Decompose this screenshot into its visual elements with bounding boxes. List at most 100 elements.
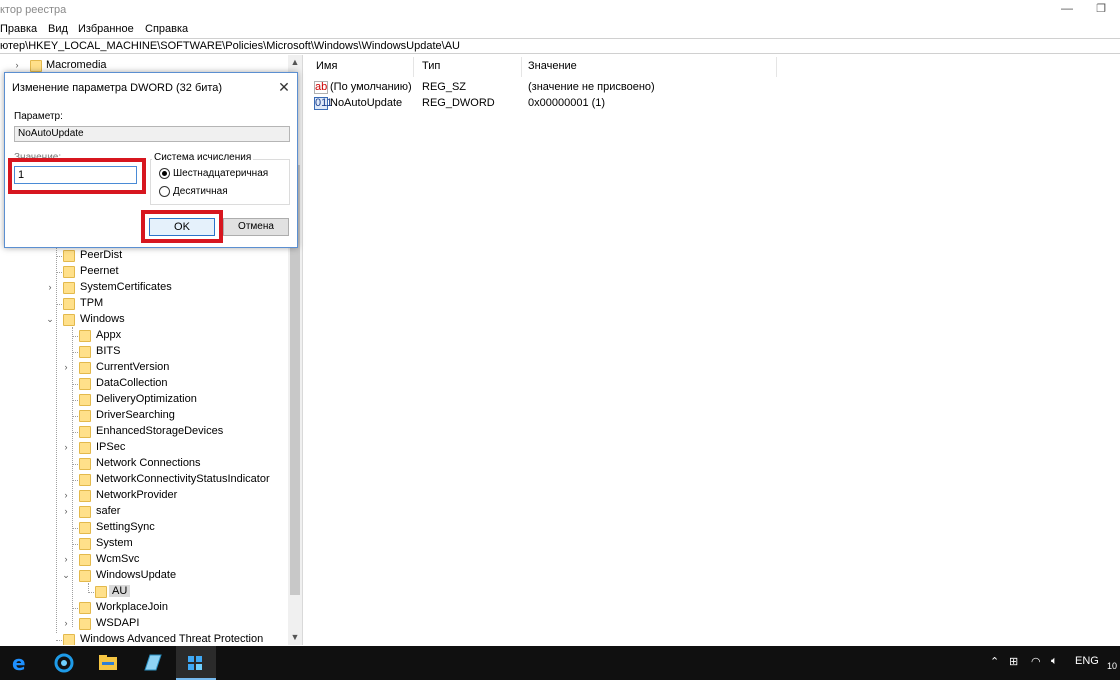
- column-header-name[interactable]: Имя: [316, 60, 337, 72]
- chevron-up-icon[interactable]: ⌃: [990, 655, 999, 668]
- tree-item-tpm[interactable]: TPM: [0, 296, 290, 312]
- tree-item-label: EnhancedStorageDevices: [96, 425, 224, 437]
- decimal-label[interactable]: Десятичная: [173, 186, 228, 197]
- column-divider[interactable]: [776, 57, 777, 77]
- folder-icon: [79, 362, 91, 374]
- tree-item-deliveryoptimization[interactable]: DeliveryOptimization: [0, 392, 290, 408]
- tree-item-system[interactable]: System: [0, 536, 290, 552]
- chevron-right-icon[interactable]: ›: [61, 362, 71, 372]
- tree-item-label: DeliveryOptimization: [96, 393, 197, 405]
- address-bar[interactable]: ютер\HKEY_LOCAL_MACHINE\SOFTWARE\Policie…: [0, 38, 1120, 54]
- menu-edit[interactable]: Правка: [0, 23, 37, 35]
- tree-item-label: System: [96, 537, 133, 549]
- browser-icon: [54, 653, 74, 673]
- value-row-noautoupdate[interactable]: 011 NoAutoUpdate REG_DWORD 0x00000001 (1…: [308, 95, 778, 111]
- tree-item-label: PeerDist: [80, 249, 123, 261]
- menu-favorites[interactable]: Избранное: [78, 23, 134, 35]
- scroll-down-icon[interactable]: ▼: [288, 630, 302, 644]
- tree-item-datacollection[interactable]: DataCollection: [0, 376, 290, 392]
- menu-view[interactable]: Вид: [48, 23, 68, 35]
- tree-item-label: safer: [96, 505, 121, 517]
- tree-item-label-selected: AU: [109, 585, 131, 597]
- tree-item-label: Windows: [80, 313, 125, 325]
- hexadecimal-radio[interactable]: [159, 168, 170, 179]
- tree-item-label: WorkplaceJoin: [96, 601, 168, 613]
- tree-item-windowsupdate[interactable]: ⌄ WindowsUpdate: [0, 568, 290, 584]
- chevron-right-icon[interactable]: ›: [61, 618, 71, 628]
- close-button[interactable]: ✕: [275, 78, 293, 96]
- value-data-input[interactable]: 1: [14, 166, 137, 184]
- value-row-default[interactable]: ab (По умолчанию) REG_SZ (значение не пр…: [308, 79, 778, 95]
- network-icon[interactable]: ⊞: [1009, 655, 1018, 668]
- taskbar-edge[interactable]: e: [0, 646, 40, 680]
- tree-item-ncsi[interactable]: NetworkConnectivityStatusIndicator: [0, 472, 290, 488]
- taskbar-browser[interactable]: [44, 646, 84, 680]
- decimal-radio[interactable]: [159, 186, 170, 197]
- tree-item-safer[interactable]: › safer: [0, 504, 290, 520]
- restore-button[interactable]: ❐: [1086, 0, 1116, 20]
- minimize-button[interactable]: —: [1052, 0, 1082, 20]
- tree-item-wcmsvc[interactable]: › WcmSvc: [0, 552, 290, 568]
- chevron-down-icon[interactable]: ⌄: [45, 314, 55, 324]
- column-header-type[interactable]: Тип: [422, 60, 440, 72]
- tree-item-enhancedstoragedevices[interactable]: EnhancedStorageDevices: [0, 424, 290, 440]
- tree-item-workplacejoin[interactable]: WorkplaceJoin: [0, 600, 290, 616]
- tree-item-currentversion[interactable]: › CurrentVersion: [0, 360, 290, 376]
- taskbar-registry-editor[interactable]: [176, 646, 216, 680]
- folder-icon: [79, 474, 91, 486]
- column-header-value[interactable]: Значение: [528, 60, 577, 72]
- chevron-right-icon[interactable]: ›: [61, 442, 71, 452]
- tree-item-label: BITS: [96, 345, 121, 357]
- file-explorer-icon: [99, 655, 117, 670]
- chevron-right-icon[interactable]: ›: [61, 506, 71, 516]
- tree-item-driversearching[interactable]: DriverSearching: [0, 408, 290, 424]
- taskbar: e ⌃ ⊞ ◠ 🔈︎ ENG 10: [0, 646, 1120, 680]
- tree-item-settingsync[interactable]: SettingSync: [0, 520, 290, 536]
- tree-item-appx[interactable]: Appx: [0, 328, 290, 344]
- wifi-icon[interactable]: ◠: [1031, 655, 1041, 668]
- taskbar-notepad[interactable]: [132, 646, 172, 680]
- notepad-icon: [144, 654, 162, 671]
- scroll-up-icon[interactable]: ▲: [288, 55, 302, 69]
- tree-item-label: TPM: [80, 297, 104, 309]
- parameter-label: Параметр:: [14, 111, 63, 122]
- chevron-right-icon[interactable]: ›: [61, 554, 71, 564]
- clock[interactable]: 10: [1107, 661, 1117, 671]
- values-list[interactable]: Имя Тип Значение ab (По умолчанию) REG_S…: [308, 55, 1120, 645]
- ok-button[interactable]: OK: [149, 218, 215, 236]
- svg-text:e: e: [12, 651, 26, 675]
- value-type: REG_SZ: [422, 81, 467, 93]
- column-divider[interactable]: [413, 57, 414, 77]
- base-groupbox: [150, 159, 290, 205]
- tree-item-systemcertificates[interactable]: › SystemCertificates: [0, 280, 290, 296]
- tree-item-networkprovider[interactable]: › NetworkProvider: [0, 488, 290, 504]
- address-path[interactable]: ютер\HKEY_LOCAL_MACHINE\SOFTWARE\Policie…: [0, 40, 460, 52]
- column-divider[interactable]: [521, 57, 522, 77]
- value-type: REG_DWORD: [422, 97, 495, 109]
- tree-item-peerdist[interactable]: PeerDist: [0, 248, 290, 264]
- tree-item-label: DriverSearching: [96, 409, 175, 421]
- menu-help[interactable]: Справка: [145, 23, 188, 35]
- chevron-right-icon[interactable]: ›: [12, 60, 22, 70]
- tree-item-au[interactable]: AU: [0, 584, 290, 600]
- tree-item-windows[interactable]: ⌄ Windows: [0, 312, 290, 328]
- chevron-down-icon[interactable]: ⌄: [61, 570, 71, 580]
- tree-item-ipsec[interactable]: › IPSec: [0, 440, 290, 456]
- chevron-right-icon[interactable]: ›: [45, 282, 55, 292]
- taskbar-file-explorer[interactable]: [88, 646, 128, 680]
- volume-icon[interactable]: 🔈︎: [1051, 655, 1058, 668]
- chevron-right-icon[interactable]: ›: [61, 490, 71, 500]
- language-indicator[interactable]: ENG: [1075, 655, 1099, 667]
- tree-item-peernet[interactable]: Peernet: [0, 264, 290, 280]
- hexadecimal-label[interactable]: Шестнадцатеричная: [173, 168, 268, 179]
- dword-value-icon: 011: [314, 97, 333, 110]
- tree-item-network-connections[interactable]: Network Connections: [0, 456, 290, 472]
- close-icon: ✕: [278, 79, 290, 95]
- folder-icon: [79, 410, 91, 422]
- tree-item-wsdapi[interactable]: › WSDAPI: [0, 616, 290, 632]
- tree-item-windows-atp[interactable]: Windows Advanced Threat Protection: [0, 632, 290, 645]
- tree-item-bits[interactable]: BITS: [0, 344, 290, 360]
- cancel-button[interactable]: Отмена: [223, 218, 289, 236]
- folder-icon: [63, 266, 75, 278]
- registry-editor-icon: [188, 656, 202, 670]
